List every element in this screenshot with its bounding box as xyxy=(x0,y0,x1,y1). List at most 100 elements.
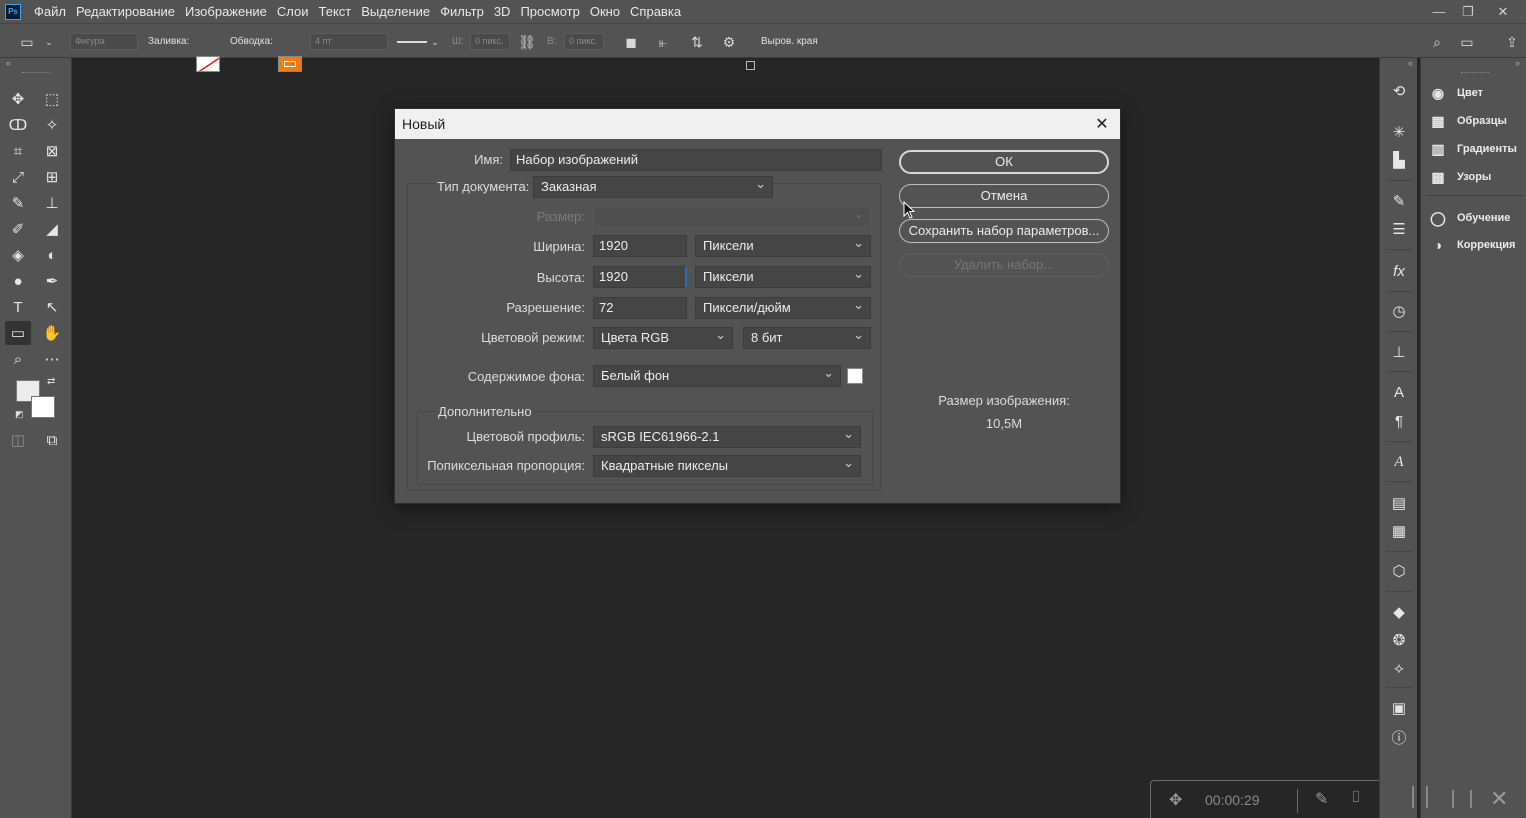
magic-wand-icon[interactable]: ✧ xyxy=(39,113,65,137)
collapse-panels-icon[interactable]: » xyxy=(1515,58,1520,68)
screenshot-icon[interactable]: ⌷ xyxy=(1351,789,1361,807)
channels-panel-icon[interactable]: ❂ xyxy=(1388,629,1410,651)
shape-mode-select[interactable]: Фигура xyxy=(70,33,138,50)
menu-filter[interactable]: Фильтр xyxy=(435,0,489,23)
move-recorder-icon[interactable]: ✥ xyxy=(1169,790,1182,810)
navigator-panel-icon[interactable]: ✳ xyxy=(1388,121,1410,143)
rectangle-tool-icon[interactable]: ▭ xyxy=(5,321,31,345)
doc-type-select[interactable]: Заказная xyxy=(533,174,773,198)
move-tool-icon[interactable]: ✥ xyxy=(5,87,31,111)
stroke-swatch[interactable] xyxy=(278,56,302,72)
collapse-icon[interactable]: « xyxy=(6,58,11,68)
menu-layer[interactable]: Слои xyxy=(272,0,314,23)
link-icon[interactable]: ⛓ xyxy=(518,33,536,51)
gradients-panel-tab[interactable]: ▥ Градиенты xyxy=(1429,139,1517,159)
chevron-down-icon[interactable]: ⌄ xyxy=(40,33,58,51)
menu-window[interactable]: Окно xyxy=(585,0,625,23)
glyphs-panel-icon[interactable]: A xyxy=(1388,451,1410,473)
cancel-button[interactable]: Отмена xyxy=(899,184,1109,208)
share-icon[interactable]: ⇪ xyxy=(1503,33,1521,51)
stop-icon[interactable] xyxy=(1452,790,1472,808)
close-window-icon[interactable]: ✕ xyxy=(1488,0,1518,23)
path-alignment-icon[interactable]: ⫦ xyxy=(654,33,672,51)
workspace-icon[interactable]: ▭ xyxy=(1458,33,1476,51)
delete-preset-button[interactable]: Удалить набор... xyxy=(899,253,1109,277)
menu-view[interactable]: Просмотр xyxy=(515,0,584,23)
frame-tool-icon[interactable]: ⊠ xyxy=(39,139,65,163)
menu-edit[interactable]: Редактирование xyxy=(71,0,180,23)
resolution-unit-select[interactable]: Пиксели/дюйм xyxy=(695,295,871,319)
close-icon[interactable]: ✕ xyxy=(1092,114,1112,134)
brush-tool-icon[interactable]: ✎ xyxy=(5,191,31,215)
height-unit-select[interactable]: Пиксели xyxy=(695,264,871,288)
swatches-panel-tab[interactable]: ▦ Образцы xyxy=(1429,111,1507,131)
layers-panel-icon[interactable]: ◆ xyxy=(1388,601,1410,623)
lasso-tool-icon[interactable]: ↀ xyxy=(5,113,31,137)
save-preset-button[interactable]: Сохранить набор параметров... xyxy=(899,219,1109,243)
resolution-input[interactable]: 72 xyxy=(593,297,687,319)
bg-color-swatch[interactable] xyxy=(847,368,863,384)
hand-tool-icon[interactable]: ✋ xyxy=(39,321,65,345)
path-selection-icon[interactable]: ↖ xyxy=(39,295,65,319)
name-input[interactable]: Набор изображений xyxy=(510,149,882,171)
menu-image[interactable]: Изображение xyxy=(180,0,272,23)
color-mode-select[interactable]: Цвета RGB xyxy=(593,325,733,349)
ok-button[interactable]: ОК xyxy=(899,150,1109,174)
pause-icon[interactable] xyxy=(1412,786,1428,808)
eraser-tool-icon[interactable]: ◢ xyxy=(39,217,65,241)
histogram-panel-icon[interactable]: ▙ xyxy=(1388,149,1410,171)
swap-colors-icon[interactable]: ⇄ xyxy=(47,376,55,387)
stroke-width-field[interactable]: 4 пт xyxy=(310,33,388,50)
more-tools-icon[interactable]: ⋯ xyxy=(39,347,65,371)
expand-icon[interactable]: « xyxy=(1408,58,1413,68)
width-field[interactable]: 0 пикс. xyxy=(470,33,510,50)
height-field[interactable]: 0 пикс. xyxy=(564,33,604,50)
cancel-recording-icon[interactable]: ✕ xyxy=(1490,786,1508,812)
clone-source-icon[interactable]: ⊥ xyxy=(1388,341,1410,363)
paths-panel-icon[interactable]: ⟡ xyxy=(1388,657,1410,679)
fill-swatch[interactable] xyxy=(196,56,220,72)
panel-grip[interactable] xyxy=(22,72,50,74)
menu-file[interactable]: Файл xyxy=(29,0,71,23)
properties-panel-icon[interactable]: ▣ xyxy=(1388,697,1410,719)
stroke-type-select[interactable]: ⌄ xyxy=(396,33,440,51)
history-panel-icon[interactable]: ⟲ xyxy=(1388,80,1410,102)
bg-content-select[interactable]: Белый фон xyxy=(593,363,841,387)
tool-preset-icon[interactable]: ▭ xyxy=(18,33,36,51)
actions-panel-icon[interactable]: ◷ xyxy=(1388,300,1410,322)
history-brush-icon[interactable]: ✐ xyxy=(5,217,31,241)
screen-mode-icon[interactable]: ⧉ xyxy=(39,428,65,452)
background-color-swatch[interactable] xyxy=(31,396,55,418)
3d-panel-icon[interactable]: ⬡ xyxy=(1388,560,1410,582)
bit-depth-select[interactable]: 8 бит xyxy=(743,325,871,349)
path-operations-icon[interactable]: ◼ xyxy=(622,33,640,51)
menu-type[interactable]: Текст xyxy=(314,0,357,23)
fx-styles-icon[interactable]: fx xyxy=(1388,260,1410,282)
eyedropper-icon[interactable]: ⤢ xyxy=(5,165,31,189)
learn-panel-tab[interactable]: ◯ Обучение xyxy=(1429,208,1510,228)
color-profile-select[interactable]: sRGB IEC61966-2.1 xyxy=(593,424,861,448)
path-arrangement-icon[interactable]: ⇅ xyxy=(688,33,706,51)
character-styles-icon[interactable]: ▦ xyxy=(1388,520,1410,542)
width-unit-select[interactable]: Пиксели xyxy=(695,233,871,257)
restore-icon[interactable]: ❐ xyxy=(1453,0,1483,23)
color-panel-tab[interactable]: ◉ Цвет xyxy=(1429,83,1483,103)
healing-brush-icon[interactable]: ⊞ xyxy=(39,165,65,189)
width-input[interactable]: 1920 xyxy=(593,235,687,257)
gear-icon[interactable]: ⚙ xyxy=(720,33,738,51)
adjustments-panel-tab[interactable]: ◑ Коррекция xyxy=(1429,235,1516,255)
pen-tool-icon[interactable]: ✒ xyxy=(39,269,65,293)
patterns-panel-tab[interactable]: ▩ Узоры xyxy=(1429,167,1491,187)
marquee-tool-icon[interactable]: ⬚ xyxy=(39,87,65,111)
pixel-aspect-select[interactable]: Квадратные пикселы xyxy=(593,453,861,477)
zoom-tool-icon[interactable]: ⌕ xyxy=(5,347,31,371)
paint-bucket-icon[interactable]: ◈ xyxy=(5,243,31,267)
dodge-tool-icon[interactable]: ● xyxy=(5,269,31,293)
paragraph-styles-icon[interactable]: ▤ xyxy=(1388,492,1410,514)
menu-help[interactable]: Справка xyxy=(625,0,686,23)
character-panel-icon[interactable]: A xyxy=(1388,381,1410,403)
paragraph-panel-icon[interactable]: ¶ xyxy=(1388,410,1410,432)
stamp-tool-icon[interactable]: ⊥ xyxy=(39,191,65,215)
menu-select[interactable]: Выделение xyxy=(356,0,435,23)
draw-pen-icon[interactable]: ✎ xyxy=(1315,789,1328,809)
